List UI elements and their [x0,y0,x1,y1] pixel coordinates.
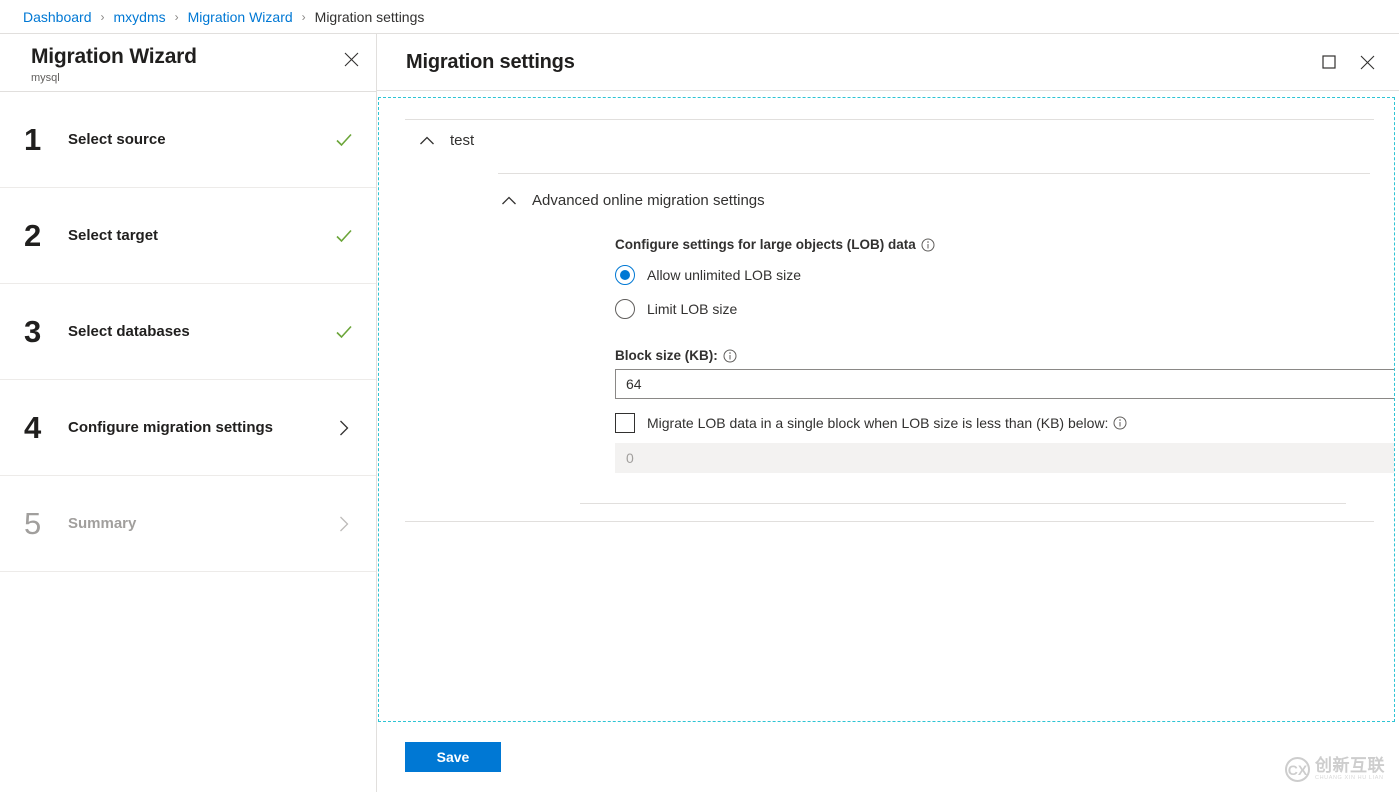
advanced-settings-toggle[interactable]: Advanced online migration settings [498,192,765,209]
breadcrumb-item-dashboard[interactable]: Dashboard [23,9,92,25]
info-icon[interactable] [723,349,737,363]
step-number: 4 [24,411,68,445]
block-size-label: Block size (KB): [615,348,718,363]
wizard-subtitle: mysql [31,71,356,85]
step-number: 2 [24,219,68,253]
blade-header: Migration settings [377,34,1399,91]
breadcrumb-separator-icon: › [302,10,306,24]
wizard-step-select-databases[interactable]: 3 Select databases [0,284,376,380]
radio-indicator [615,265,635,285]
breadcrumb: Dashboard › mxydms › Migration Wizard › … [0,0,1399,33]
page-body: Migration Wizard mysql 1 Select source 2… [0,33,1399,792]
step-label: Select target [68,227,332,244]
checkbox-migrate-lob-single-block[interactable]: Migrate LOB data in a single block when … [615,413,1127,433]
maximize-icon [1322,55,1336,69]
info-icon[interactable] [921,238,935,252]
radio-label: Allow unlimited LOB size [647,267,801,283]
step-number: 1 [24,123,68,157]
chevron-right-icon [335,419,353,437]
migration-settings-blade: Migration settings [377,34,1399,792]
radio-allow-unlimited-lob-size[interactable]: Allow unlimited LOB size [615,258,807,292]
wizard-title: Migration Wizard [31,44,356,70]
advanced-online-migration-settings-section: Advanced online migration settings Confi… [498,173,1370,504]
step-label: Configure migration settings [68,419,332,436]
checkmark-icon [334,226,354,246]
wizard-step-select-source[interactable]: 1 Select source [0,92,376,188]
block-size-input[interactable] [615,369,1395,399]
chevron-right-icon [335,515,353,533]
step-label: Summary [68,515,332,532]
step-status [332,512,356,536]
advanced-settings-label: Advanced online migration settings [532,192,765,209]
checkmark-icon [334,130,354,150]
radio-indicator [615,299,635,319]
checkbox-label: Migrate LOB data in a single block when … [647,415,1108,431]
close-icon [1360,55,1375,70]
step-number: 5 [24,507,68,541]
blade-maximize-button[interactable] [1313,46,1345,78]
wizard-step-summary[interactable]: 5 Summary [0,476,376,572]
step-label: Select databases [68,323,332,340]
database-group-test-toggle[interactable]: test [416,132,474,149]
migration-wizard-panel: Migration Wizard mysql 1 Select source 2… [0,34,377,792]
radio-label: Limit LOB size [647,301,737,317]
checkmark-icon [334,322,354,342]
wizard-close-button[interactable] [338,46,364,72]
block-size-label-row: Block size (KB): [615,348,1395,363]
advanced-settings-form: Configure settings for large objects (LO… [615,237,1395,473]
blade-footer: Save [377,722,1399,792]
info-icon[interactable] [1113,416,1127,430]
checkbox-label-row: Migrate LOB data in a single block when … [647,415,1127,431]
breadcrumb-separator-icon: › [175,10,179,24]
chevron-up-icon [498,193,520,209]
step-status [332,128,356,152]
settings-focus-region: test Advanced online migration settings [378,97,1395,722]
section-divider-outer [405,521,1374,522]
lob-settings-label: Configure settings for large objects (LO… [615,237,916,252]
breadcrumb-item-migration-settings: Migration settings [315,9,425,25]
step-label: Select source [68,131,332,148]
section-divider-inner [580,503,1346,504]
page-title: Migration settings [406,51,1307,74]
wizard-header: Migration Wizard mysql [0,34,376,92]
wizard-step-select-target[interactable]: 2 Select target [0,188,376,284]
breadcrumb-item-migration-wizard[interactable]: Migration Wizard [188,9,293,25]
step-status [332,416,356,440]
blade-close-button[interactable] [1351,46,1383,78]
close-icon [344,52,359,67]
step-status [332,224,356,248]
breadcrumb-separator-icon: › [101,10,105,24]
lob-settings-label-row: Configure settings for large objects (LO… [615,237,1395,252]
step-status [332,320,356,344]
breadcrumb-item-mxydms[interactable]: mxydms [114,9,166,25]
radio-limit-lob-size[interactable]: Limit LOB size [615,292,743,326]
wizard-step-configure-migration-settings[interactable]: 4 Configure migration settings [0,380,376,476]
single-block-threshold-input [615,443,1395,473]
checkbox-indicator [615,413,635,433]
database-group-test: test Advanced online migration settings [379,120,1394,504]
chevron-up-icon [416,133,438,149]
save-button[interactable]: Save [405,742,501,772]
database-group-test-label: test [450,132,474,149]
step-number: 3 [24,315,68,349]
